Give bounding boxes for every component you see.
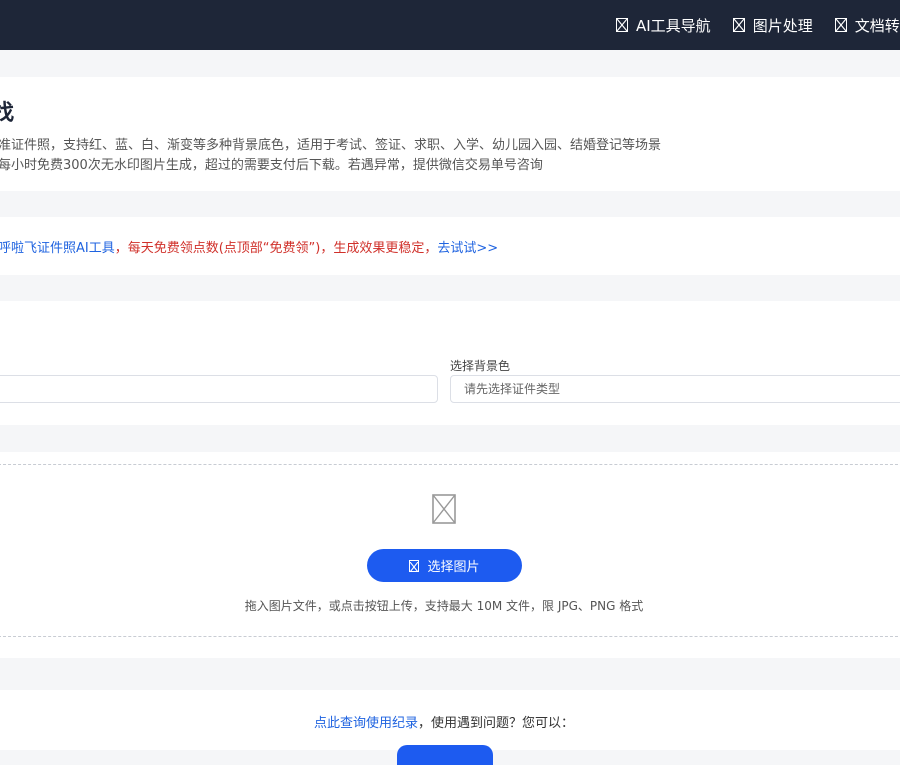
background-color-label: 选择背景色 — [450, 359, 511, 373]
image-placeholder-icon — [432, 494, 456, 524]
usage-records-link[interactable]: 点此查询使用纪录 — [314, 716, 418, 731]
choose-image-button[interactable]: 选择图片 — [367, 549, 522, 582]
photo-type-input[interactable] — [0, 376, 437, 402]
background-color-field[interactable] — [450, 375, 900, 403]
nav-item-image-processing[interactable]: 图片处理 — [732, 15, 813, 36]
page-title: 找 — [0, 101, 15, 126]
intro-description-line-2: 每小时免费300次无水印图片生成，超过的需要支付后下载。若遇异常，提供微信交易单… — [0, 158, 543, 173]
nav-item-label: AI工具导航 — [636, 16, 711, 35]
nav-item-document-convert[interactable]: 文档转 — [834, 15, 900, 36]
top-navbar: AI工具导航 图片处理 文档转 — [0, 0, 900, 50]
image-placeholder-icon — [409, 559, 420, 572]
image-placeholder-icon — [732, 18, 745, 32]
notice-warning: ，每天免费领点数(点顶部“免费领”)，生成效果更稳定， — [114, 241, 438, 256]
notice-tool-name: 呼啦飞证件照AI工具 — [0, 241, 115, 256]
image-placeholder-icon — [616, 18, 628, 32]
notice-text: 呼啦飞证件照AI工具，每天免费领点数(点顶部“免费领”)，生成效果更稳定，去试试… — [0, 237, 498, 256]
nav-item-ai-tools[interactable]: AI工具导航 — [616, 15, 711, 36]
intro-description-line-1: 准证件照，支持红、蓝、白、渐变等多种背景底色，适用于考试、签证、求职、入学、幼儿… — [0, 138, 662, 153]
upload-hint: 拖入图片文件，或点击按钮上传，支持最大 10M 文件，限 JPG、PNG 格式 — [244, 599, 644, 613]
help-button[interactable] — [397, 745, 493, 765]
nav-item-label: 图片处理 — [752, 16, 813, 35]
try-it-link[interactable]: 去试试>> — [437, 241, 498, 256]
choose-image-label: 选择图片 — [427, 560, 480, 575]
nav-item-label: 文档转 — [854, 16, 900, 35]
photo-type-field[interactable] — [0, 375, 438, 403]
image-placeholder-icon — [834, 18, 847, 32]
background-color-select[interactable] — [451, 376, 900, 402]
records-help-text: ，使用遇到问题？您可以： — [418, 716, 575, 731]
nav-menu: AI工具导航 图片处理 文档转 — [616, 0, 900, 50]
records-text: 点此查询使用纪录，使用遇到问题？您可以： — [0, 712, 888, 731]
